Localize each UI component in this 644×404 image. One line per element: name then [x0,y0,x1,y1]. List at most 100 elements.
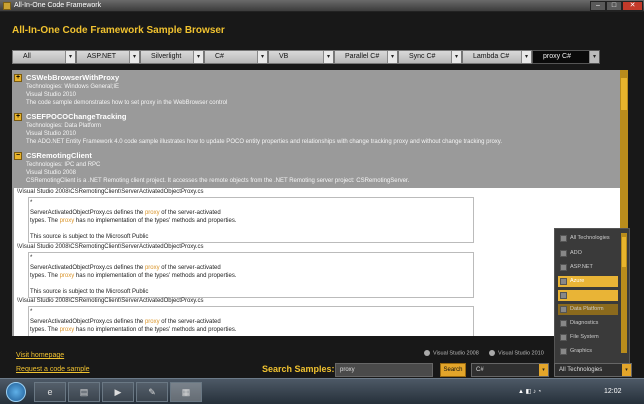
technology-select[interactable]: All Technologies ▾ [554,363,632,377]
code-text: has no implementation of the types' meth… [74,218,237,224]
tech-option[interactable]: ASP.NET [558,262,618,273]
expand-icon[interactable]: + [14,74,22,82]
tab-label: C# [215,53,224,60]
radio-dot[interactable] [489,350,495,356]
tab-parallel-csharp[interactable]: Parallel C# ▾ [334,50,398,64]
vs2010-radio[interactable]: Visual Studio 2010 [489,350,544,356]
code-line: types. The proxy has no implementation o… [30,273,237,279]
tech-option[interactable]: File System [558,332,618,343]
notes-icon[interactable]: ✎ [136,382,168,402]
tab-sync-csharp[interactable]: Sync C# ▾ [398,50,462,64]
checkbox[interactable] [560,278,567,285]
list-scrollbar[interactable] [621,233,627,353]
tab-aspnet[interactable]: ASP.NET ▾ [76,50,140,64]
language-select[interactable]: C# ▾ [471,363,549,377]
sample-title[interactable]: CSWebBrowserWithProxy [26,73,119,82]
checkbox[interactable] [560,306,567,313]
code-text: ServerActivatedObjectProxy.cs defines th… [30,265,145,271]
tech-option[interactable]: Azure [558,276,618,287]
media-icon[interactable]: ▶ [102,382,134,402]
search-label: Search Samples: [262,364,335,374]
sample-item[interactable]: + CSEFPOCOChangeTracking Technologies: D… [12,110,622,148]
radio-label: Visual Studio 2010 [498,350,544,357]
code-line: types. The proxy has no implementation o… [30,218,237,224]
radio-label: Visual Studio 2008 [433,350,479,357]
chevron-down-icon[interactable]: ▾ [589,51,599,63]
sample-item[interactable]: − CSRemotingClient Technologies: IPC and… [12,148,622,188]
chevron-down-icon[interactable]: ▾ [451,51,461,63]
chevron-down-icon[interactable]: ▾ [323,51,333,63]
tab-label: proxy C# [543,53,572,60]
technology-list[interactable]: All Technologies ADO ASP.NET Azure Data … [554,228,630,366]
ie-icon[interactable]: e [34,382,66,402]
code-results: \Visual Studio 2008\CSRemotingClient\Ser… [14,188,622,336]
chevron-down-icon[interactable]: ▾ [65,51,75,63]
minimize-button[interactable]: – [590,1,606,11]
search-button[interactable]: Search [440,363,466,377]
app-taskbar-icon[interactable]: ▦ [170,382,202,402]
sample-item[interactable]: + CSWebBrowserWithProxy Technologies: Wi… [12,70,622,110]
chevron-down-icon[interactable]: ▾ [387,51,397,63]
close-button[interactable]: ✕ [622,1,643,11]
highlight: proxy [144,265,160,271]
sample-description: CSRemotingClient is a .NET Remoting clie… [26,178,410,184]
start-button[interactable] [6,382,26,402]
scroll-thumb[interactable] [621,78,627,110]
code-file-path[interactable]: \Visual Studio 2008\CSRemotingClient\Ser… [17,298,204,304]
scroll-thumb[interactable] [622,237,626,267]
visit-homepage-link[interactable]: Visit homepage [16,352,64,359]
checkbox[interactable] [560,235,567,242]
system-tray[interactable]: ▲ ◧ ♪ ◔ [518,388,541,395]
tech-option[interactable]: Data Platform [558,304,618,315]
checkbox[interactable] [560,334,567,341]
chevron-down-icon[interactable]: ▾ [539,364,548,376]
code-file-path[interactable]: \Visual Studio 2008\CSRemotingClient\Ser… [17,244,204,250]
tech-option[interactable]: Graphics [558,346,618,357]
code-text: has no implementation of the types' meth… [74,273,237,279]
checkbox[interactable] [560,264,567,271]
chevron-down-icon[interactable]: ▾ [622,364,631,376]
chevron-down-icon[interactable]: ▾ [129,51,139,63]
tab-lambda-csharp[interactable]: Lambda C# ▾ [462,50,532,64]
chevron-down-icon[interactable]: ▾ [193,51,203,63]
tech-label: ADO [570,250,582,256]
folder-icon[interactable]: ▤ [68,382,100,402]
sample-title[interactable]: CSRemotingClient [26,151,92,160]
tab-proxy-csharp[interactable]: proxy C# ▾ [532,50,600,64]
clock[interactable]: 12:02 [604,388,622,395]
tech-option[interactable]: Diagnostics [558,318,618,329]
code-text: ServerActivatedObjectProxy.cs defines th… [30,319,145,325]
code-text: ServerActivatedObjectProxy.cs defines th… [30,210,145,216]
tech-label: ASP.NET [570,264,593,270]
tech-option[interactable]: All Technologies [558,233,618,244]
chevron-down-icon[interactable]: ▾ [257,51,267,63]
search-input[interactable]: proxy [335,363,433,377]
chevron-down-icon[interactable]: ▾ [521,51,531,63]
sample-title[interactable]: CSEFPOCOChangeTracking [26,112,126,121]
tech-option[interactable] [558,290,618,301]
radio-dot[interactable] [424,350,430,356]
code-file-path[interactable]: \Visual Studio 2008\CSRemotingClient\Ser… [17,189,204,195]
tech-option[interactable]: ADO [558,248,618,259]
tab-silverlight[interactable]: Silverlight ▾ [140,50,204,64]
checkbox[interactable] [560,292,567,299]
code-text: types. The [30,218,60,224]
tech-label: Data Platform [570,306,604,312]
expand-icon[interactable]: + [14,113,22,121]
tech-label: Graphics [570,348,593,354]
tab-csharp[interactable]: C# ▾ [204,50,268,64]
collapse-icon[interactable]: − [14,152,22,160]
tab-all[interactable]: All ▾ [12,50,76,64]
vs2008-radio[interactable]: Visual Studio 2008 [424,350,479,356]
tab-vb[interactable]: VB ▾ [268,50,334,64]
code-text: of the server-activated [159,210,221,216]
checkbox[interactable] [560,348,567,355]
highlight: proxy [59,327,75,333]
tech-label: File System [570,334,599,340]
checkbox[interactable] [560,320,567,327]
tab-label: Sync C# [409,53,436,60]
tab-label: ASP.NET [87,53,117,60]
checkbox[interactable] [560,250,567,257]
maximize-button[interactable]: □ [606,1,622,11]
request-sample-link[interactable]: Request a code sample [16,366,90,373]
